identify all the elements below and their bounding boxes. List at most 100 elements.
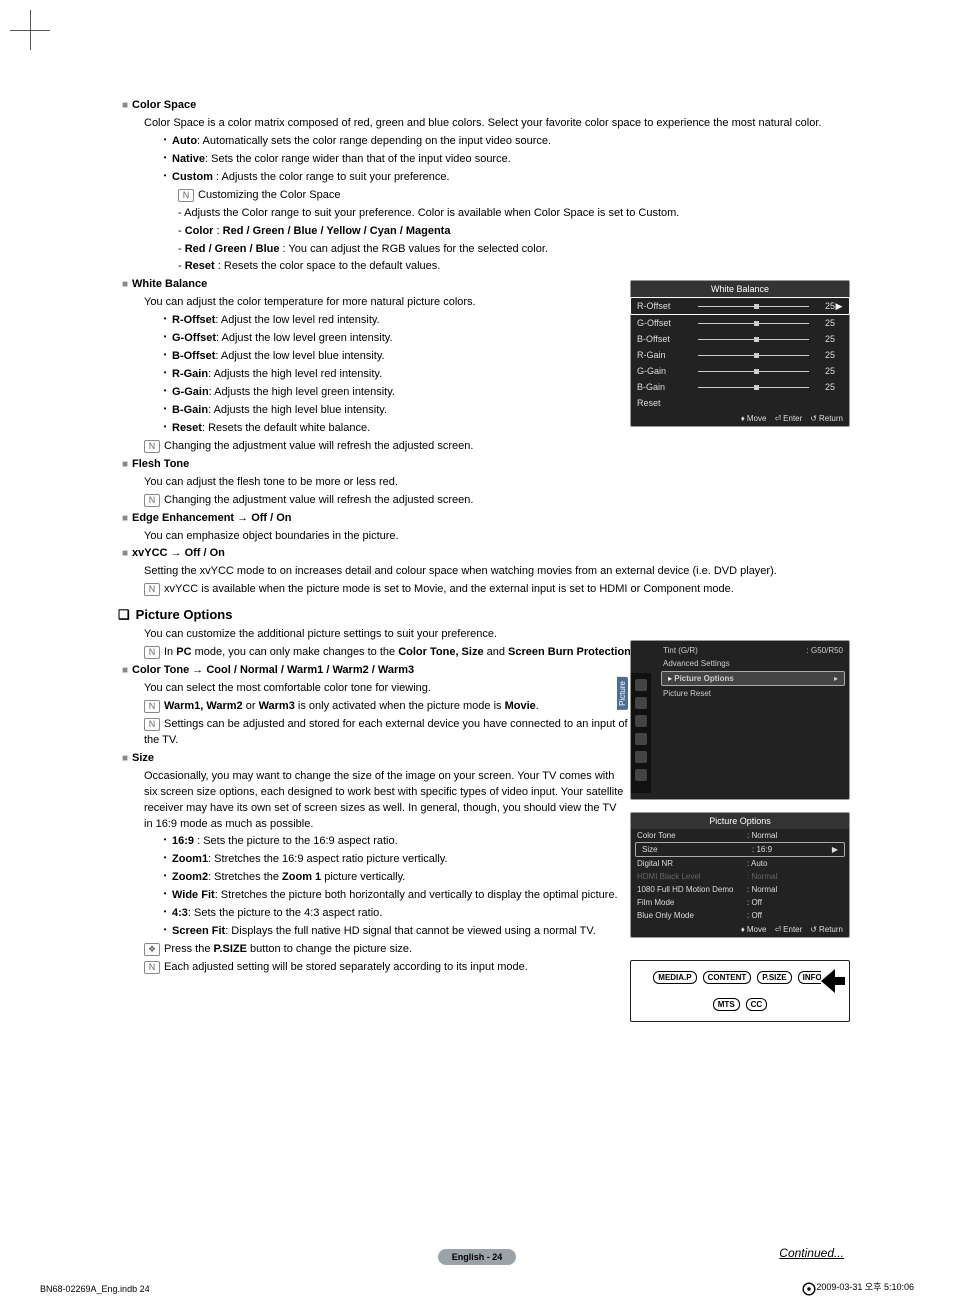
note: NCustomizing the Color Space <box>178 188 848 204</box>
osd-title: Picture Options <box>631 813 849 829</box>
menu-icon[interactable] <box>635 715 647 727</box>
dot-icon: • <box>158 349 172 361</box>
dot-icon: • <box>158 421 172 433</box>
info-mark-icon: N <box>144 700 160 713</box>
square-bullet-icon: ■ <box>118 99 132 114</box>
heading-flesh-tone: ■Flesh Tone <box>118 457 848 473</box>
menu-tab-picture[interactable]: Picture <box>617 677 628 710</box>
remote-button: MTS <box>713 998 740 1011</box>
square-bullet-icon: ■ <box>118 752 132 767</box>
osd-row[interactable]: G-Offset25 <box>631 315 849 331</box>
osd-row[interactable]: R-Gain25 <box>631 347 849 363</box>
osd-white-balance: White Balance R-Offset25▶ G-Offset25 B-O… <box>630 280 850 427</box>
enter-icon: ⏎ <box>774 414 781 423</box>
heading-color-space: ■Color Space <box>118 98 848 114</box>
print-mark-right: 2009-03-31 오후 5:10:06 <box>802 1280 914 1294</box>
osd-row-disabled: HDMI Black Level: Normal <box>631 870 849 883</box>
dot-icon: • <box>158 906 172 918</box>
print-mark-left: BN68-02269A_Eng.indb 24 <box>40 1284 150 1294</box>
menu-icon[interactable] <box>635 733 647 745</box>
bullet: •Auto: Automatically sets the color rang… <box>158 134 848 150</box>
return-hint: ↺Return <box>810 414 843 423</box>
move-hint: ♦Move <box>741 414 767 423</box>
menu-icon[interactable] <box>635 769 647 781</box>
return-icon: ↺ <box>810 925 817 934</box>
dot-icon: • <box>158 888 172 900</box>
outlined-square-icon: ❏ <box>118 607 130 622</box>
osd-row[interactable]: Blue Only Mode: Off <box>631 909 849 922</box>
dot-icon: • <box>158 170 172 182</box>
osd-picture-menu: Picture Tint (G/R): G50/R50 Advanced Set… <box>630 640 850 800</box>
text: You can adjust the flesh tone to be more… <box>144 475 848 491</box>
gear-icon <box>802 1282 816 1294</box>
info-mark-icon: N <box>144 961 160 974</box>
square-bullet-icon: ■ <box>118 664 132 679</box>
dot-icon: • <box>158 385 172 397</box>
dot-icon: • <box>158 834 172 846</box>
heading-edge-enhancement: ■Edge Enhancement → Off / On <box>118 511 848 527</box>
dot-icon: • <box>158 313 172 325</box>
text: You can emphasize object boundaries in t… <box>144 529 848 545</box>
menu-icon[interactable] <box>635 751 647 763</box>
dot-icon: • <box>158 152 172 164</box>
right-arrow-icon[interactable]: ▶ <box>832 845 838 854</box>
dot-icon: • <box>158 852 172 864</box>
osd-footer: ♦Move ⏎Enter ↺Return <box>631 922 849 937</box>
menu-sidebar <box>631 673 651 793</box>
osd-row-selected[interactable]: R-Offset25▶ <box>630 297 850 315</box>
osd-row[interactable]: Film Mode: Off <box>631 896 849 909</box>
sub-bullet: - Adjusts the Color range to suit your p… <box>178 206 848 222</box>
menu-item[interactable]: Tint (G/R): G50/R50 <box>657 644 849 657</box>
enter-hint: ⏎Enter <box>774 414 802 423</box>
info-mark-icon: N <box>178 189 194 202</box>
osd-row[interactable]: Digital NR: Auto <box>631 857 849 870</box>
osd-row[interactable]: 1080 Full HD Motion Demo: Normal <box>631 883 849 896</box>
sub-bullet: - Red / Green / Blue : You can adjust th… <box>178 242 848 258</box>
return-icon: ↺ <box>810 414 817 423</box>
enter-hint: ⏎Enter <box>774 925 802 934</box>
right-triangle-icon: ▸ <box>834 674 838 683</box>
dot-icon: • <box>158 924 172 936</box>
text: Occasionally, you may want to change the… <box>144 769 624 833</box>
page-number-pill: English - 24 <box>438 1249 517 1265</box>
square-bullet-icon: ■ <box>118 547 132 562</box>
info-mark-icon: N <box>144 718 160 731</box>
info-mark-icon: N <box>144 494 160 507</box>
remote-button: MEDIA.P <box>653 971 696 984</box>
menu-icon[interactable] <box>635 697 647 709</box>
page-footer: English - 24 <box>0 1246 954 1268</box>
remote-button: CC <box>746 998 768 1011</box>
square-bullet-icon: ■ <box>118 512 132 527</box>
osd-row[interactable]: Reset <box>631 395 849 411</box>
osd-picture-options: Picture Options Color Tone: Normal Size:… <box>630 812 850 938</box>
remote-illustration: MEDIA.P CONTENT P.SIZE INFO MTS CC <box>630 960 850 1022</box>
menu-item[interactable]: Picture Reset <box>657 687 849 700</box>
right-triangle-icon: ▸ <box>668 674 672 683</box>
text: Color Space is a color matrix composed o… <box>144 116 848 132</box>
sub-bullet: - Color : Red / Green / Blue / Yellow / … <box>178 224 848 240</box>
info-mark-icon: N <box>144 583 160 596</box>
dot-icon: • <box>158 403 172 415</box>
text: Setting the xvYCC mode to on increases d… <box>144 564 848 580</box>
heading-xvycc: ■xvYCC → Off / On <box>118 546 848 562</box>
remote-button-psize: P.SIZE <box>757 971 791 984</box>
osd-row[interactable]: Color Tone: Normal <box>631 829 849 842</box>
right-arrow-icon[interactable]: ▶ <box>835 301 843 312</box>
osd-row[interactable]: B-Gain25 <box>631 379 849 395</box>
bullet: •Native: Sets the color range wider than… <box>158 152 848 168</box>
menu-item-selected[interactable]: ▸ Picture Options▸ <box>661 671 845 686</box>
sub-bullet: - Reset : Resets the color space to the … <box>178 259 848 275</box>
menu-item[interactable]: Advanced Settings <box>657 657 849 670</box>
osd-row-selected[interactable]: Size: 16:9▶ <box>635 842 845 857</box>
osd-footer: ♦Move ⏎Enter ↺Return <box>631 411 849 426</box>
menu-icon[interactable] <box>635 679 647 691</box>
osd-row[interactable]: B-Offset25 <box>631 331 849 347</box>
osd-row[interactable]: G-Gain25 <box>631 363 849 379</box>
dot-icon: • <box>158 134 172 146</box>
note: NChanging the adjustment value will refr… <box>144 439 848 455</box>
note: NSettings can be adjusted and stored for… <box>144 717 634 749</box>
remote-button: CONTENT <box>703 971 752 984</box>
square-bullet-icon: ■ <box>118 458 132 473</box>
info-mark-icon: N <box>144 440 160 453</box>
tip: ❖Press the P.SIZE button to change the p… <box>144 942 848 958</box>
